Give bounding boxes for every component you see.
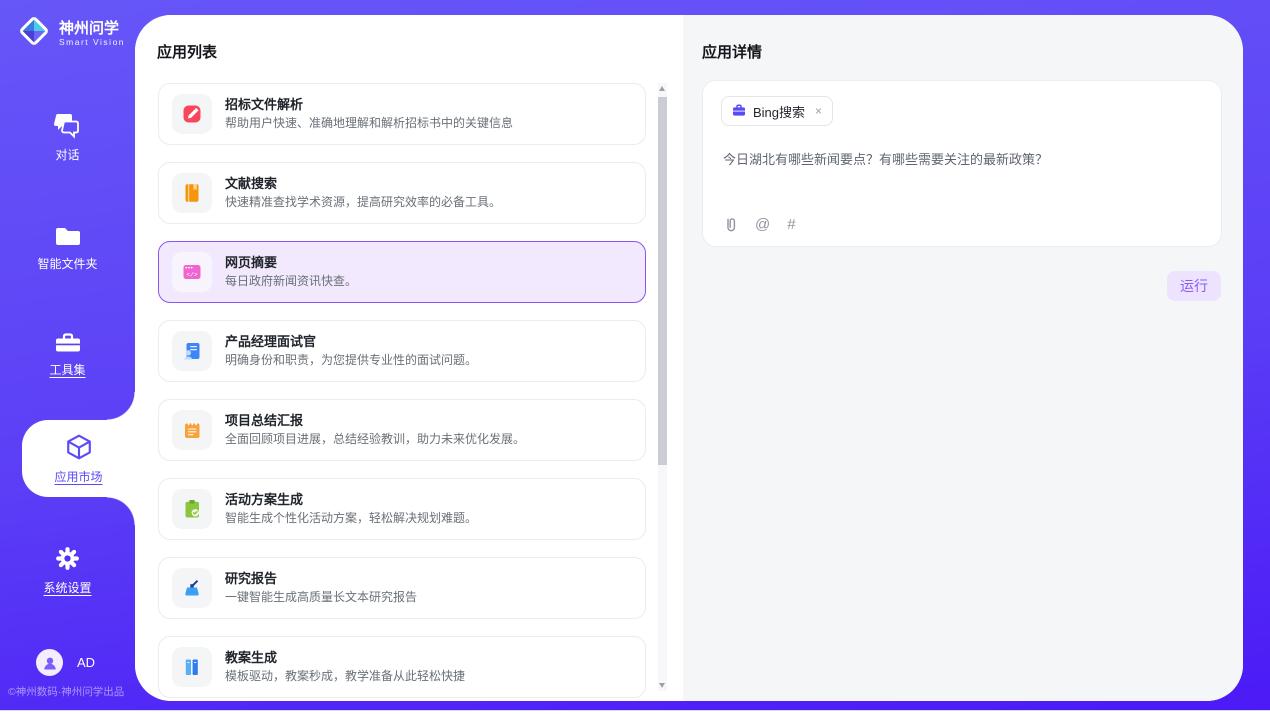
app-list-title: 应用列表	[157, 41, 217, 62]
app-card-pm-interviewer[interactable]: 产品经理面试官 明确身份和职责，为您提供专业性的面试问题。	[158, 320, 646, 382]
copyright-footer: ©神州数码·神州问学出品	[8, 684, 135, 699]
app-card-research-report[interactable]: 研究报告 一键智能生成高质量长文本研究报告	[158, 557, 646, 619]
prompt-card: Bing搜索 × 今日湖北有哪些新闻要点？有哪些需要关注的最新政策？ @ #	[702, 80, 1222, 247]
app-card-title: 项目总结汇报	[225, 414, 525, 428]
literature-search-icon	[172, 173, 212, 213]
logo: 神州问学 Smart Vision	[16, 13, 125, 54]
run-button[interactable]: 运行	[1167, 271, 1221, 301]
app-card-title: 文献搜索	[225, 177, 501, 191]
briefcase-icon	[732, 103, 746, 120]
app-card-desc: 明确身份和职责，为您提供专业性的面试问题。	[225, 354, 477, 367]
app-card-desc: 全面回顾项目进展，总结经验教训，助力未来优化发展。	[225, 433, 525, 446]
app-card-desc: 每日政府新闻资讯快查。	[225, 275, 357, 288]
user-row[interactable]: AD	[36, 649, 95, 676]
app-card-list: 招标文件解析 帮助用户快速、准确地理解和解析招标书中的关键信息 文献搜索	[158, 83, 646, 701]
sidebar-item-label: 对话	[55, 149, 79, 162]
sidebar-active-bubble: 应用市场	[22, 420, 135, 497]
app-card-desc: 智能生成个性化活动方案，轻松解决规划难题。	[225, 512, 477, 525]
app-card-title: 网页摘要	[225, 256, 357, 270]
lesson-plan-icon	[172, 647, 212, 687]
sidebar-item-chat[interactable]: 对话	[0, 112, 135, 162]
sidebar-item-label: 工具集	[49, 364, 85, 377]
app-card-lesson-plan[interactable]: 教案生成 模板驱动，教案秒成，教学准备从此轻松快捷	[158, 636, 646, 698]
app-detail-panel: 应用详情 Bing搜索 × 今日湖北有哪些新闻要点？有哪些需要关注的最新政策？	[683, 15, 1243, 701]
tender-doc-icon	[172, 94, 212, 134]
app-card-literature-search[interactable]: 文献搜索 快速精准查找学术资源，提高研究效率的必备工具。	[158, 162, 646, 224]
app-card-project-summary[interactable]: 项目总结汇报 全面回顾项目进展，总结经验教训，助力未来优化发展。	[158, 399, 646, 461]
user-name: AD	[77, 655, 95, 670]
gear-icon	[54, 545, 81, 577]
attachment-icon[interactable]	[723, 216, 738, 233]
cube-icon	[65, 433, 93, 466]
app-card-event-plan[interactable]: 活动方案生成 智能生成个性化活动方案，轻松解决规划难题。	[158, 478, 646, 540]
event-plan-icon	[172, 489, 212, 529]
pm-interviewer-icon	[172, 331, 212, 371]
logo-title: 神州问学	[59, 20, 125, 37]
app-card-title: 产品经理面试官	[225, 335, 477, 349]
svg-text:</>: </>	[186, 271, 197, 278]
app-card-title: 研究报告	[225, 572, 417, 586]
app-card-desc: 帮助用户快速、准确地理解和解析招标书中的关键信息	[225, 117, 513, 130]
app-detail-title: 应用详情	[702, 41, 762, 62]
app-card-web-summary[interactable]: </> 网页摘要 每日政府新闻资讯快查。	[158, 241, 646, 303]
sidebar-item-toolset[interactable]: 工具集	[0, 330, 135, 377]
app-card-tender-analysis[interactable]: 招标文件解析 帮助用户快速、准确地理解和解析招标书中的关键信息	[158, 83, 646, 145]
tool-tag-bing-search[interactable]: Bing搜索 ×	[721, 96, 833, 126]
logo-subtitle: Smart Vision	[59, 37, 125, 47]
app-frame: 神州问学 Smart Vision 对话 智能文件夹	[0, 0, 1270, 711]
logo-diamond-icon	[16, 13, 52, 54]
sidebar-item-settings[interactable]: 系统设置	[0, 545, 135, 595]
app-card-desc: 模板驱动，教案秒成，教学准备从此轻松快捷	[225, 670, 465, 683]
close-icon[interactable]: ×	[815, 104, 822, 118]
scrollbar-thumb[interactable]	[658, 97, 667, 465]
chat-icon	[54, 112, 82, 144]
mention-icon[interactable]: @	[755, 216, 770, 233]
content-area: 应用列表 招标文件解析 帮助用户快速、准确地理解和解析招标书中的关键信息	[135, 15, 1243, 701]
toolbox-icon	[54, 330, 82, 359]
sidebar-item-label: 应用市场	[54, 471, 102, 484]
app-card-title: 教案生成	[225, 651, 465, 665]
sidebar-item-smart-folder[interactable]: 智能文件夹	[0, 224, 135, 271]
sidebar-item-app-market[interactable]: 应用市场	[22, 433, 135, 484]
list-scrollbar[interactable]	[658, 83, 667, 691]
app-list-panel: 应用列表 招标文件解析 帮助用户快速、准确地理解和解析招标书中的关键信息	[135, 15, 683, 701]
app-card-desc: 快速精准查找学术资源，提高研究效率的必备工具。	[225, 196, 501, 209]
sidebar-item-label: 智能文件夹	[37, 258, 97, 271]
web-summary-icon: </>	[172, 252, 212, 292]
folder-icon	[54, 224, 82, 253]
query-input[interactable]: 今日湖北有哪些新闻要点？有哪些需要关注的最新政策？	[723, 151, 1201, 169]
avatar	[36, 649, 63, 676]
tool-tag-label: Bing搜索	[753, 102, 805, 121]
app-card-desc: 一键智能生成高质量长文本研究报告	[225, 591, 417, 604]
hash-icon[interactable]: #	[787, 216, 795, 233]
app-card-title: 招标文件解析	[225, 98, 513, 112]
sidebar: 神州问学 Smart Vision 对话 智能文件夹	[0, 0, 135, 710]
input-toolbar: @ #	[723, 216, 796, 233]
project-summary-icon	[172, 410, 212, 450]
research-report-icon	[172, 568, 212, 608]
sidebar-item-label: 系统设置	[43, 582, 91, 595]
app-card-title: 活动方案生成	[225, 493, 477, 507]
